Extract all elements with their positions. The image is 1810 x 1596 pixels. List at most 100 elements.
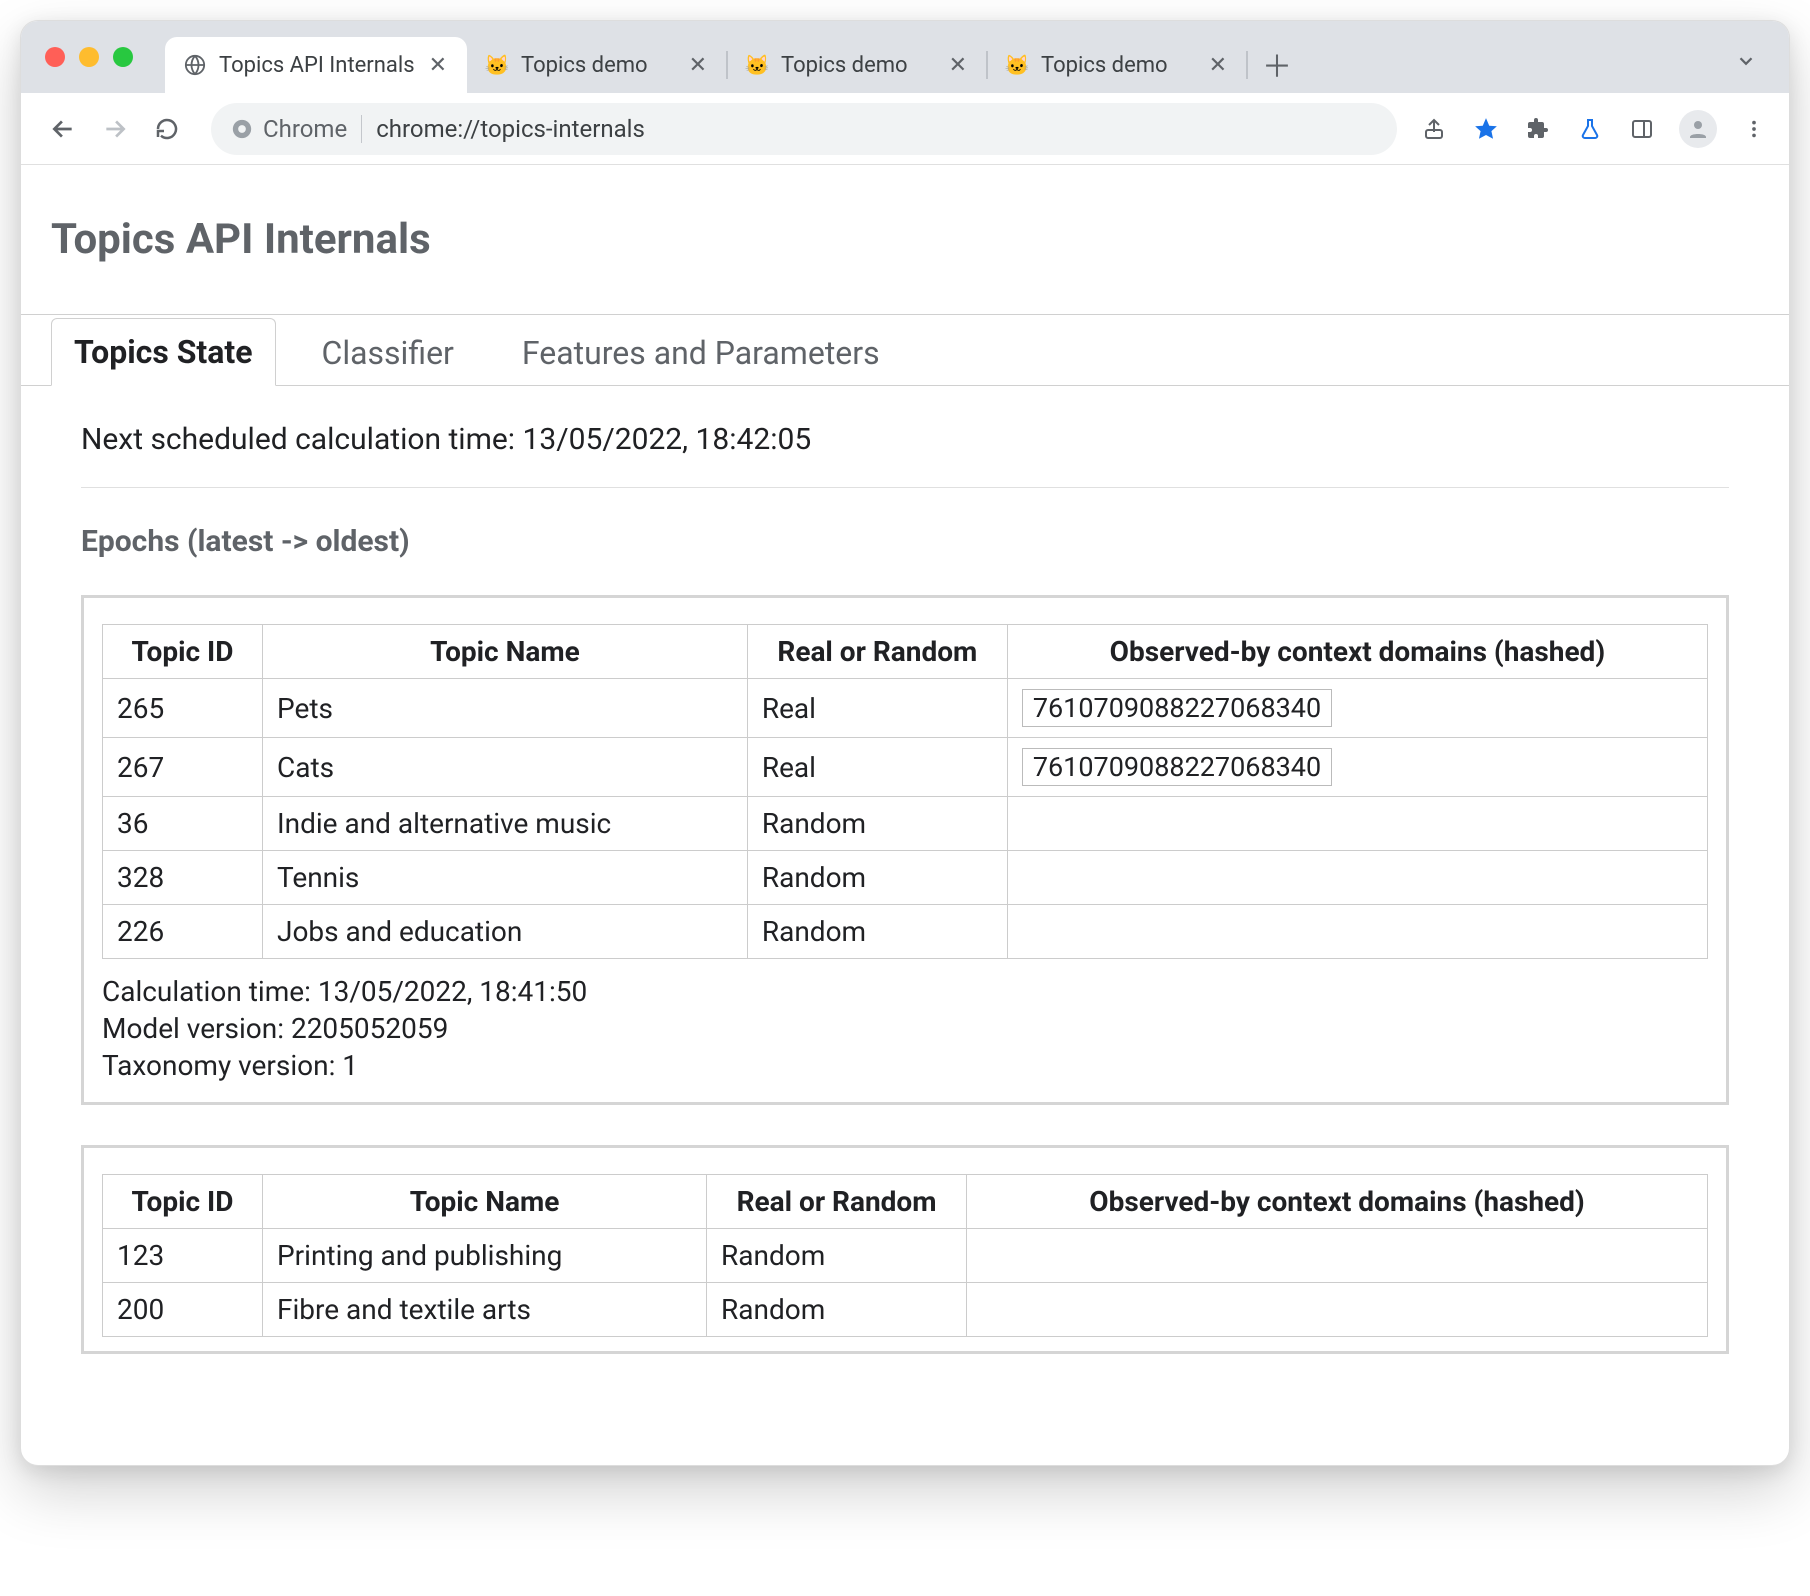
- cell-topic-id: 226: [103, 905, 263, 959]
- browser-tab-title: Topics demo: [521, 53, 675, 78]
- sidepanel-icon[interactable]: [1627, 114, 1657, 144]
- epoch-table: Topic ID Topic Name Real or Random Obser…: [102, 1174, 1708, 1337]
- tab-overflow-chevron-icon[interactable]: [1719, 50, 1773, 72]
- forward-button[interactable]: [93, 107, 137, 151]
- window-controls: [45, 47, 133, 67]
- col-topic-id: Topic ID: [103, 1175, 263, 1229]
- table-row: 328 Tennis Random: [103, 851, 1708, 905]
- epoch-table: Topic ID Topic Name Real or Random Obser…: [102, 624, 1708, 959]
- address-bar[interactable]: Chrome chrome://topics-internals: [211, 103, 1397, 155]
- labs-flask-icon[interactable]: [1575, 114, 1605, 144]
- browser-tab-title: Topics API Internals: [219, 53, 415, 78]
- back-button[interactable]: [41, 107, 85, 151]
- col-topic-name: Topic Name: [263, 1175, 707, 1229]
- table-row: 265 Pets Real 7610709088227068340: [103, 679, 1708, 738]
- next-calc-value: 13/05/2022, 18:42:05: [523, 422, 812, 457]
- extensions-puzzle-icon[interactable]: [1523, 114, 1553, 144]
- cat-icon: 🐱: [485, 53, 509, 77]
- next-calc-label: Next scheduled calculation time:: [81, 422, 523, 457]
- browser-tab-active[interactable]: Topics API Internals ✕: [165, 37, 467, 93]
- epoch-taxonomy-version: Taxonomy version: 1: [102, 1047, 1708, 1084]
- epoch-model-version: Model version: 2205052059: [102, 1010, 1708, 1047]
- cell-topic-name: Fibre and textile arts: [263, 1283, 707, 1337]
- table-row: 123 Printing and publishing Random: [103, 1229, 1708, 1283]
- topics-state-section: Next scheduled calculation time: 13/05/2…: [51, 386, 1759, 1354]
- cell-topic-id: 36: [103, 797, 263, 851]
- reload-button[interactable]: [145, 107, 189, 151]
- col-observed-domains: Observed-by context domains (hashed): [1007, 625, 1707, 679]
- kebab-menu-icon[interactable]: [1739, 114, 1769, 144]
- table-row: 36 Indie and alternative music Random: [103, 797, 1708, 851]
- cell-topic-id: 123: [103, 1229, 263, 1283]
- next-calc-line: Next scheduled calculation time: 13/05/2…: [81, 422, 1729, 457]
- tab-close-icon[interactable]: ✕: [947, 53, 969, 78]
- profile-avatar[interactable]: [1679, 110, 1717, 148]
- epoch-box: Topic ID Topic Name Real or Random Obser…: [81, 1145, 1729, 1354]
- tab-topics-state[interactable]: Topics State: [51, 318, 276, 386]
- globe-icon: [183, 53, 207, 77]
- new-tab-button[interactable]: ＋: [1255, 42, 1299, 86]
- cell-topic-id: 265: [103, 679, 263, 738]
- epoch-calc-time: Calculation time: 13/05/2022, 18:41:50: [102, 973, 1708, 1010]
- page-content: Topics API Internals Topics State Classi…: [21, 165, 1789, 1465]
- cell-real-or-random: Random: [707, 1283, 967, 1337]
- omnibox-divider: [361, 115, 362, 143]
- window-minimize-button[interactable]: [79, 47, 99, 67]
- cell-observed: [967, 1283, 1708, 1337]
- cell-real-or-random: Random: [747, 797, 1007, 851]
- page-tabs: Topics State Classifier Features and Par…: [21, 314, 1789, 386]
- cell-topic-name: Jobs and education: [263, 905, 748, 959]
- col-observed-domains: Observed-by context domains (hashed): [967, 1175, 1708, 1229]
- browser-tabstrip: Topics API Internals ✕ 🐱 Topics demo ✕ 🐱…: [21, 21, 1789, 93]
- cell-topic-name: Indie and alternative music: [263, 797, 748, 851]
- url-text: chrome://topics-internals: [376, 115, 1377, 143]
- cell-topic-name: Printing and publishing: [263, 1229, 707, 1283]
- window-zoom-button[interactable]: [113, 47, 133, 67]
- browser-window: Topics API Internals ✕ 🐱 Topics demo ✕ 🐱…: [20, 20, 1790, 1466]
- cell-topic-id: 328: [103, 851, 263, 905]
- cell-real-or-random: Real: [747, 679, 1007, 738]
- divider: [81, 487, 1729, 488]
- share-icon[interactable]: [1419, 114, 1449, 144]
- cell-topic-name: Cats: [263, 738, 748, 797]
- browser-tab[interactable]: 🐱 Topics demo ✕: [727, 37, 987, 93]
- cell-real-or-random: Random: [747, 905, 1007, 959]
- cell-observed: 7610709088227068340: [1007, 679, 1707, 738]
- table-row: 267 Cats Real 7610709088227068340: [103, 738, 1708, 797]
- browser-toolbar: Chrome chrome://topics-internals: [21, 93, 1789, 165]
- table-row: 200 Fibre and textile arts Random: [103, 1283, 1708, 1337]
- url-scheme-chip: Chrome: [231, 115, 347, 143]
- browser-tab[interactable]: 🐱 Topics demo ✕: [467, 37, 727, 93]
- bookmark-star-icon[interactable]: [1471, 114, 1501, 144]
- cell-topic-name: Pets: [263, 679, 748, 738]
- cell-observed: [967, 1229, 1708, 1283]
- cell-topic-name: Tennis: [263, 851, 748, 905]
- chrome-chip-label: Chrome: [263, 115, 347, 143]
- epochs-heading: Epochs (latest -> oldest): [81, 524, 1729, 559]
- col-topic-id: Topic ID: [103, 625, 263, 679]
- cat-icon: 🐱: [1005, 53, 1029, 77]
- tab-close-icon[interactable]: ✕: [687, 53, 709, 78]
- window-close-button[interactable]: [45, 47, 65, 67]
- tab-close-icon[interactable]: ✕: [1207, 53, 1229, 78]
- browser-tab-title: Topics demo: [1041, 53, 1195, 78]
- epoch-box: Topic ID Topic Name Real or Random Obser…: [81, 595, 1729, 1105]
- cell-real-or-random: Random: [707, 1229, 967, 1283]
- browser-tab-title: Topics demo: [781, 53, 935, 78]
- cell-observed: 7610709088227068340: [1007, 738, 1707, 797]
- tab-features-parameters[interactable]: Features and Parameters: [500, 320, 902, 386]
- cell-topic-id: 200: [103, 1283, 263, 1337]
- table-row: 226 Jobs and education Random: [103, 905, 1708, 959]
- page-title: Topics API Internals: [51, 215, 1759, 264]
- browser-tab[interactable]: 🐱 Topics demo ✕: [987, 37, 1247, 93]
- cell-observed: [1007, 797, 1707, 851]
- hash-chip: 7610709088227068340: [1022, 689, 1332, 727]
- col-real-or-random: Real or Random: [707, 1175, 967, 1229]
- cell-observed: [1007, 851, 1707, 905]
- cell-real-or-random: Random: [747, 851, 1007, 905]
- tab-classifier[interactable]: Classifier: [300, 320, 476, 386]
- col-real-or-random: Real or Random: [747, 625, 1007, 679]
- table-header-row: Topic ID Topic Name Real or Random Obser…: [103, 625, 1708, 679]
- tab-close-icon[interactable]: ✕: [427, 53, 449, 78]
- toolbar-actions: [1419, 110, 1769, 148]
